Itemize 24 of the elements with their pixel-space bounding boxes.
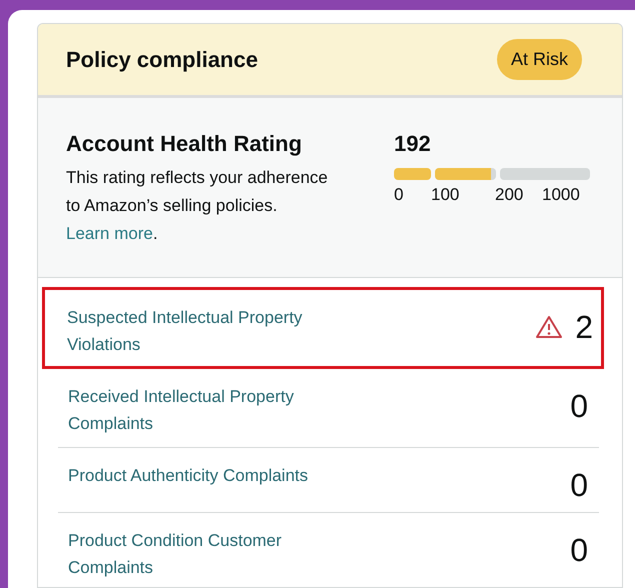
policy-link[interactable]: Product Condition Customer Complaints: [68, 527, 368, 581]
policy-link[interactable]: Product Authenticity Complaints: [68, 462, 368, 489]
violation-count: 2: [575, 310, 593, 344]
policy-link[interactable]: Received Intellectual Property Complaints: [68, 383, 368, 437]
rating-title: Account Health Rating: [66, 130, 303, 158]
rating-description: This rating reflects your adherence to Amazon’s selling policies. Learn more.: [66, 167, 329, 245]
card-title: Policy compliance: [66, 46, 258, 74]
policy-row[interactable]: Product Condition Customer Complaints 0: [58, 513, 599, 587]
policy-row[interactable]: Received Intellectual Property Complaints 0: [58, 369, 599, 448]
rating-value: 192: [394, 130, 432, 158]
rating-bar-segment: [435, 168, 496, 180]
scale-label: 0: [394, 185, 404, 204]
learn-more-link[interactable]: Learn more: [66, 224, 153, 243]
policy-row[interactable]: Suspected Intellectual Property Violations 2: [42, 287, 604, 369]
policy-row[interactable]: Product Authenticity Complaints 0: [58, 448, 599, 513]
scale-label: 1000: [542, 185, 580, 204]
rating-bar-segment: [394, 168, 431, 180]
violation-count: 0: [570, 468, 588, 502]
violation-count: 0: [570, 389, 588, 423]
violation-count: 0: [570, 533, 588, 567]
scale-label: 200: [495, 185, 524, 204]
scale-label: 100: [431, 185, 460, 204]
status-badge: At Risk: [496, 39, 582, 80]
policy-link[interactable]: Suspected Intellectual Property Violations: [67, 304, 367, 358]
